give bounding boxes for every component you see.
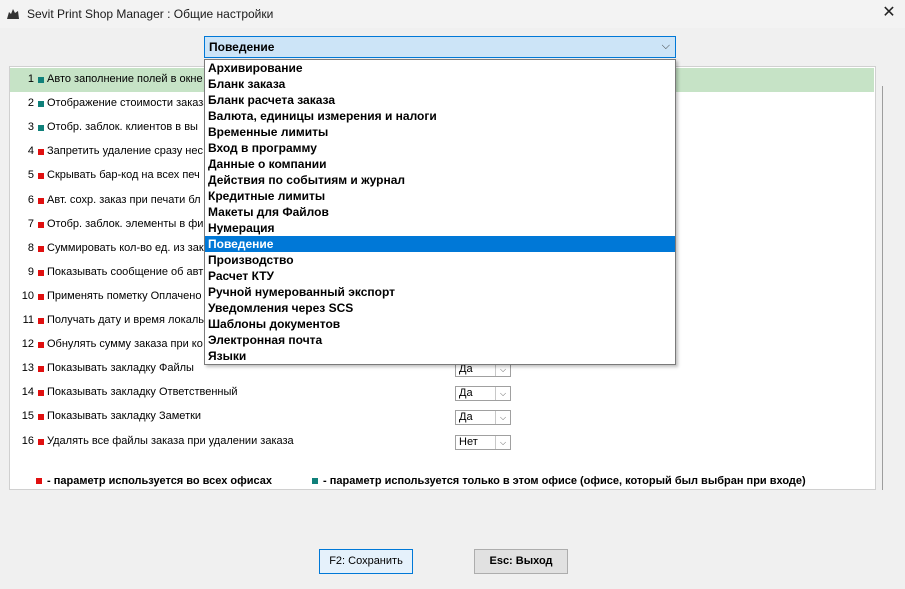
setting-label: Запретить удаление сразу нес: [47, 145, 203, 157]
setting-label: Получать дату и время локаль: [47, 314, 204, 326]
dropdown-option[interactable]: Шаблоны документов: [205, 316, 675, 332]
red-square-icon: [38, 198, 44, 204]
chevron-down-icon: ⌵: [495, 436, 510, 449]
red-square-icon: [38, 366, 44, 372]
setting-number: 1: [27, 73, 34, 85]
setting-label: Суммировать кол-во ед. из зак: [47, 242, 204, 254]
red-square-icon: [38, 222, 44, 228]
setting-label: Показывать закладку Заметки: [47, 410, 202, 422]
setting-value-select[interactable]: Да ⌵: [455, 386, 511, 401]
setting-label: Отображение стоимости заказа: [47, 97, 210, 109]
dropdown-option[interactable]: Архивирование: [205, 60, 675, 76]
teal-square-icon: [38, 77, 44, 83]
red-square-icon: [38, 414, 44, 420]
dropdown-option[interactable]: Данные о компании: [205, 156, 675, 172]
setting-number: 13: [21, 362, 34, 374]
setting-number: 7: [27, 218, 34, 230]
setting-value-select[interactable]: Да ⌵: [455, 410, 511, 425]
setting-number: 15: [21, 410, 34, 422]
category-select-value: Поведение: [209, 40, 275, 54]
setting-number: 9: [27, 266, 34, 278]
setting-number: 6: [27, 194, 34, 206]
red-square-icon: [38, 318, 44, 324]
setting-row[interactable]: 15 Показывать закладку Заметки Да ⌵: [10, 405, 874, 429]
setting-value: Да: [459, 387, 473, 399]
setting-number: 8: [27, 242, 34, 254]
setting-label: Показывать закладку Файлы: [47, 362, 194, 374]
setting-number: 2: [27, 97, 34, 109]
dropdown-option[interactable]: Бланк заказа: [205, 76, 675, 92]
setting-label: Авто заполнение полей в окне: [47, 73, 203, 85]
legend-all-offices: - параметр используется во всех офисах: [36, 475, 272, 487]
setting-number: 4: [27, 145, 34, 157]
setting-label: Показывать закладку Ответственный: [47, 386, 238, 398]
dropdown-option[interactable]: Производство: [205, 252, 675, 268]
setting-value: Да: [459, 411, 473, 423]
red-square-icon: [38, 246, 44, 252]
dropdown-option[interactable]: Ручной нумерованный экспорт: [205, 284, 675, 300]
dropdown-option[interactable]: Поведение: [205, 236, 675, 252]
teal-square-icon: [38, 125, 44, 131]
red-square-icon: [38, 294, 44, 300]
setting-label: Авт. сохр. заказ при печати бл: [47, 194, 201, 206]
setting-number: 16: [21, 435, 34, 447]
setting-value-select[interactable]: Нет ⌵: [455, 435, 511, 450]
setting-number: 14: [21, 386, 34, 398]
exit-button[interactable]: Esc: Выход: [474, 549, 568, 574]
dropdown-option[interactable]: Нумерация: [205, 220, 675, 236]
red-square-icon: [38, 390, 44, 396]
dropdown-option[interactable]: Электронная почта: [205, 332, 675, 348]
setting-number: 12: [21, 338, 34, 350]
setting-row[interactable]: 16 Удалять все файлы заказа при удалении …: [10, 430, 874, 454]
teal-square-icon: [312, 478, 318, 485]
dropdown-option[interactable]: Кредитные лимиты: [205, 188, 675, 204]
setting-value: Нет: [459, 436, 478, 448]
dropdown-option[interactable]: Временные лимиты: [205, 124, 675, 140]
setting-label: Скрывать бар-код на всех печ: [47, 169, 200, 181]
title-bar: Sevit Print Shop Manager : Общие настрой…: [0, 0, 905, 28]
setting-number: 3: [27, 121, 34, 133]
teal-square-icon: [38, 101, 44, 107]
scrollbar[interactable]: [882, 86, 883, 490]
category-dropdown-list[interactable]: Архивирование Бланк заказа Бланк расчета з…: [204, 59, 676, 365]
setting-number: 10: [21, 290, 34, 302]
chevron-down-icon: ⌵: [661, 40, 670, 52]
red-square-icon: [38, 439, 44, 445]
dropdown-option[interactable]: Макеты для Файлов: [205, 204, 675, 220]
dropdown-option[interactable]: Расчет КТУ: [205, 268, 675, 284]
setting-row[interactable]: 14 Показывать закладку Ответственный Да ⌵: [10, 381, 874, 405]
setting-label: Обнулять сумму заказа при ко: [47, 338, 203, 350]
setting-label: Показывать сообщение об авт: [47, 266, 204, 278]
setting-number: 5: [27, 169, 34, 181]
chevron-down-icon: ⌵: [495, 387, 510, 400]
red-square-icon: [38, 173, 44, 179]
red-square-icon: [38, 270, 44, 276]
setting-label: Отобр. заблок. элементы в фи: [47, 218, 204, 230]
legend-this-office: - параметр используется только в этом оф…: [312, 475, 806, 487]
setting-label: Отобр. заблок. клиентов в вы: [47, 121, 198, 133]
legend-all-offices-text: - параметр используется во всех офисах: [47, 475, 273, 487]
setting-label: Удалять все файлы заказа при удалении за…: [47, 435, 294, 447]
category-select[interactable]: Поведение ⌵: [204, 36, 676, 58]
setting-number: 11: [22, 314, 34, 326]
close-icon: ✕: [882, 4, 896, 21]
app-logo-icon: [7, 9, 19, 19]
legend-this-office-text: - параметр используется только в этом оф…: [323, 475, 806, 487]
red-square-icon: [38, 149, 44, 155]
window-title: Sevit Print Shop Manager : Общие настрой…: [27, 7, 274, 21]
red-square-icon: [38, 342, 44, 348]
setting-label: Применять пометку Оплачено: [47, 290, 202, 302]
save-button[interactable]: F2: Сохранить: [319, 549, 413, 574]
red-square-icon: [36, 478, 42, 485]
dropdown-option[interactable]: Действия по событиям и журнал: [205, 172, 675, 188]
dropdown-option[interactable]: Языки: [205, 348, 675, 364]
dropdown-option[interactable]: Уведомления через SCS: [205, 300, 675, 316]
chevron-down-icon: ⌵: [495, 411, 510, 424]
dropdown-option[interactable]: Вход в программу: [205, 140, 675, 156]
dropdown-option[interactable]: Валюта, единицы измерения и налоги: [205, 108, 675, 124]
dropdown-option[interactable]: Бланк расчета заказа: [205, 92, 675, 108]
close-button[interactable]: ✕: [873, 0, 905, 28]
